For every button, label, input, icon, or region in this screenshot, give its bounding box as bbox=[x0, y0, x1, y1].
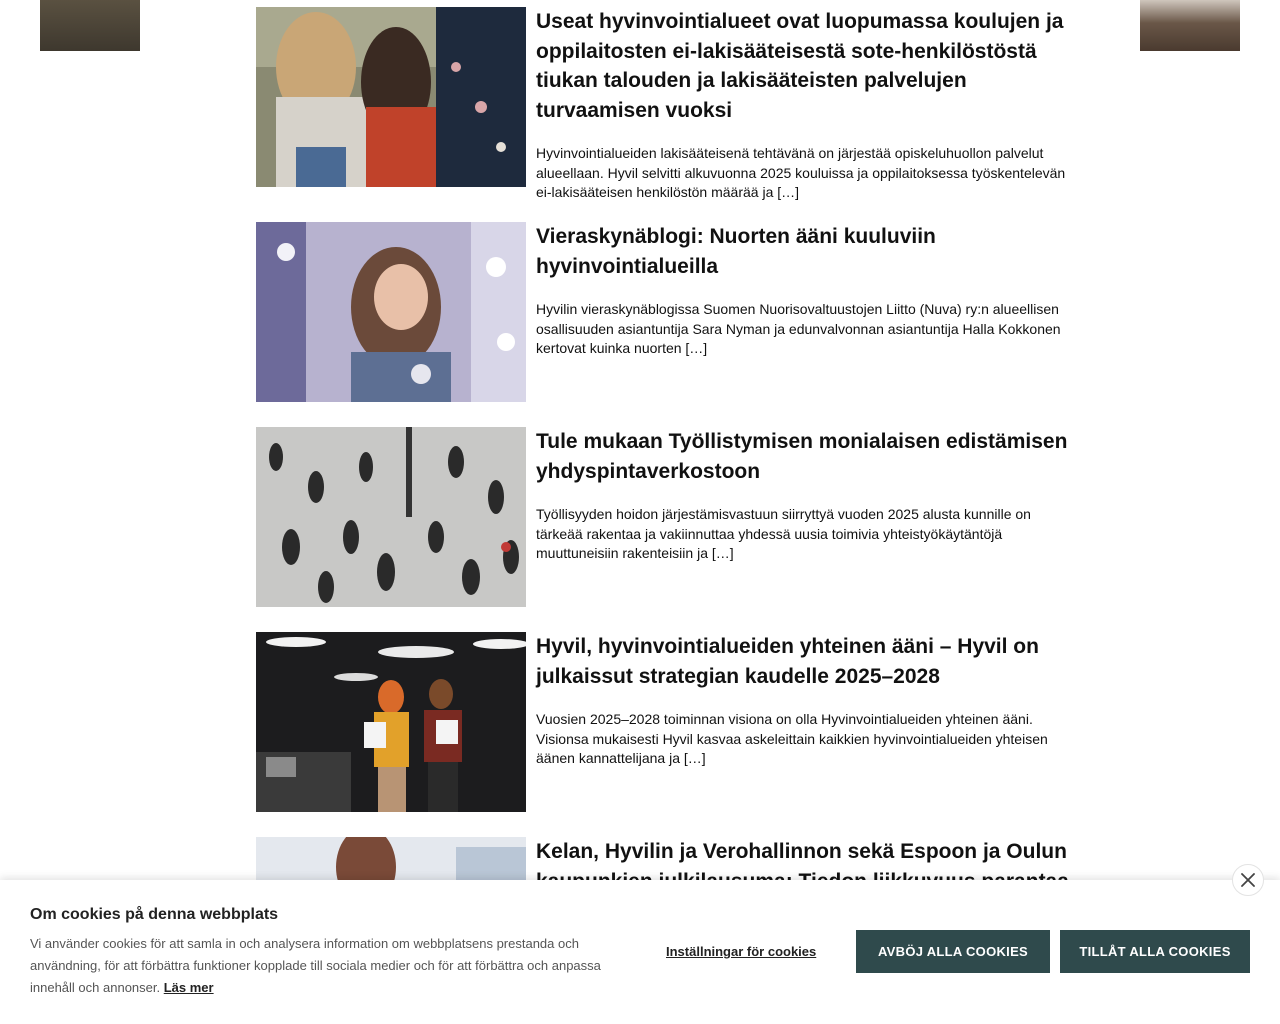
close-cookie-banner-button[interactable] bbox=[1232, 864, 1264, 896]
article-excerpt: Hyvinvointialueiden lakisääteisenä tehtä… bbox=[536, 145, 1066, 201]
article-card: Useat hyvinvointialueet ovat luopumassa … bbox=[256, 7, 1076, 200]
article-title[interactable]: Vieraskynäblogi: Nuorten ääni kuuluviin … bbox=[536, 222, 1076, 281]
article-title[interactable]: Tule mukaan Työllistymisen monialaisen e… bbox=[536, 427, 1076, 486]
article-title[interactable]: Hyvil, hyvinvointialueiden yhteinen ääni… bbox=[536, 632, 1076, 691]
article-image[interactable] bbox=[256, 7, 526, 187]
side-image-right[interactable] bbox=[1140, 0, 1240, 51]
article-image[interactable] bbox=[256, 222, 526, 402]
article-excerpt: Työllisyyden hoidon järjestämisvastuun s… bbox=[536, 506, 1031, 562]
reject-all-cookies-button[interactable]: AVBÖJ ALLA COOKIES bbox=[856, 930, 1050, 973]
article-image[interactable] bbox=[256, 632, 526, 812]
cookie-banner-text: Vi använder cookies för att samla in och… bbox=[30, 933, 620, 999]
article-title[interactable]: Useat hyvinvointialueet ovat luopumassa … bbox=[536, 7, 1076, 125]
accept-all-cookies-button[interactable]: TILLÅT ALLA COOKIES bbox=[1060, 930, 1250, 973]
article-image[interactable] bbox=[256, 427, 526, 607]
article-card: Hyvil, hyvinvointialueiden yhteinen ääni… bbox=[256, 632, 1076, 812]
page: Useat hyvinvointialueet ovat luopumassa … bbox=[0, 0, 1280, 1024]
read-more-link[interactable]: Läs mer bbox=[164, 980, 214, 995]
article-excerpt: Hyvilin vieraskynäblogissa Suomen Nuoris… bbox=[536, 301, 1061, 357]
article-card: Tule mukaan Työllistymisen monialaisen e… bbox=[256, 427, 1076, 607]
cookie-banner: Om cookies på denna webbplats Vi använde… bbox=[0, 880, 1280, 1024]
side-image-left[interactable] bbox=[40, 0, 140, 51]
article-excerpt: Vuosien 2025–2028 toiminnan visiona on o… bbox=[536, 711, 1048, 767]
cookie-banner-description: Vi använder cookies för att samla in och… bbox=[30, 936, 601, 995]
cookie-banner-title: Om cookies på denna webbplats bbox=[30, 906, 279, 923]
cookie-settings-link[interactable]: Inställningar för cookies bbox=[666, 944, 816, 959]
article-card: Vieraskynäblogi: Nuorten ääni kuuluviin … bbox=[256, 222, 1076, 402]
close-icon bbox=[1241, 873, 1255, 887]
